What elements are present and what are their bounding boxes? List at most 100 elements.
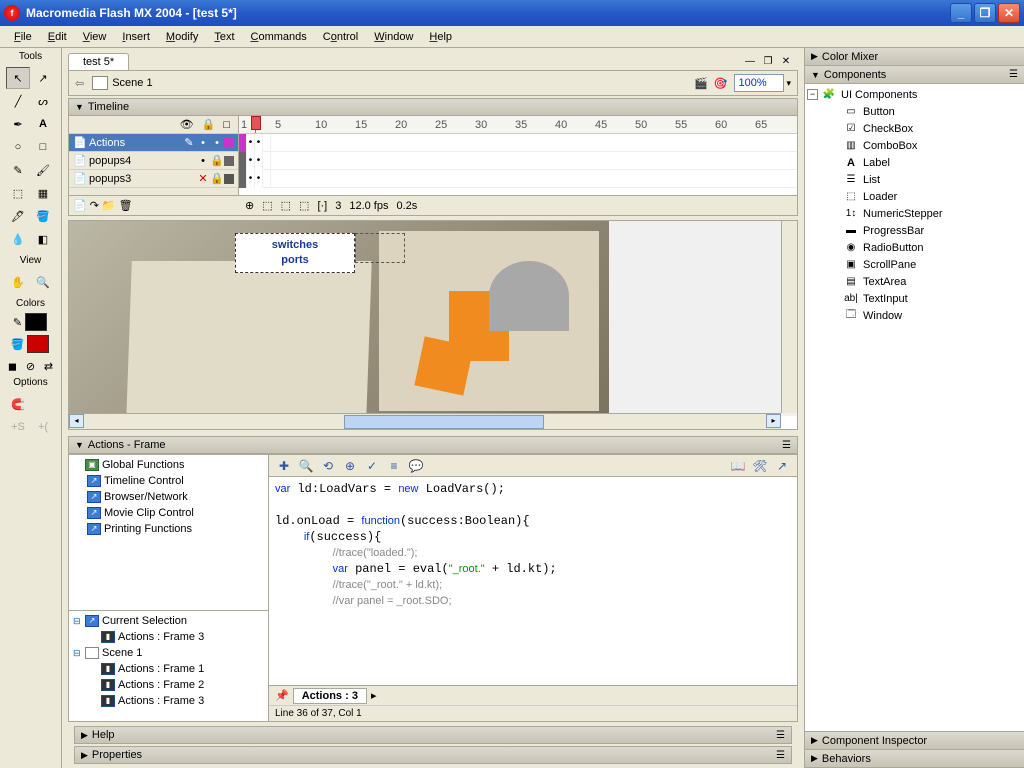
layer-popups4[interactable]: 📄popups4 •🔒 xyxy=(69,152,238,170)
pin-script-icon[interactable]: 📌 xyxy=(275,689,289,702)
selection-tool[interactable]: ↖ xyxy=(6,67,30,89)
delete-layer-icon[interactable]: 🗑 xyxy=(119,199,133,212)
eye-icon[interactable]: 👁 xyxy=(180,118,194,131)
find-icon[interactable]: 🔍 xyxy=(297,457,315,475)
menu-commands[interactable]: Commands xyxy=(243,29,315,45)
menu-window[interactable]: Window xyxy=(366,29,421,45)
comp-checkbox[interactable]: ☑CheckBox xyxy=(807,120,1022,137)
comp-label[interactable]: ALabel xyxy=(807,154,1022,171)
doc-minimize[interactable]: — xyxy=(742,56,758,70)
tree-timeline-control[interactable]: ↗Timeline Control xyxy=(71,473,266,489)
show-hint-icon[interactable]: 💬 xyxy=(407,457,425,475)
check-syntax-icon[interactable]: ✓ xyxy=(363,457,381,475)
behaviors-header[interactable]: ▶Behaviors xyxy=(805,750,1024,768)
auto-format-icon[interactable]: ≡ xyxy=(385,457,403,475)
center-frame-icon[interactable]: ⊕ xyxy=(245,199,254,212)
menu-text[interactable]: Text xyxy=(206,29,242,45)
rectangle-tool[interactable]: □ xyxy=(31,136,55,158)
no-color[interactable]: ⊘ xyxy=(23,358,39,374)
tree-scene1[interactable]: ⊟Scene 1 xyxy=(71,645,266,661)
oval-tool[interactable]: ○ xyxy=(6,136,30,158)
back-arrow[interactable]: ⇦ xyxy=(75,77,84,90)
tree-browser-network[interactable]: ↗Browser/Network xyxy=(71,489,266,505)
tree-current-selection[interactable]: ⊟↗Current Selection xyxy=(71,613,266,629)
doc-tab[interactable]: test 5* xyxy=(68,53,129,70)
comp-scrollpane[interactable]: ▣ScrollPane xyxy=(807,256,1022,273)
snap-option[interactable]: 🧲 xyxy=(6,393,30,415)
zoom-tool[interactable]: 🔍 xyxy=(31,271,55,293)
pin-icon[interactable]: ↗ xyxy=(773,457,791,475)
line-tool[interactable]: ╱ xyxy=(6,90,30,112)
doc-close[interactable]: ✕ xyxy=(778,56,794,70)
doc-restore[interactable]: ❐ xyxy=(760,56,776,70)
ui-components-folder[interactable]: −🧩UI Components xyxy=(807,86,1022,103)
straighten-option[interactable]: +S xyxy=(6,416,30,438)
zoom-dropdown[interactable]: ▾ xyxy=(786,78,791,89)
edit-symbol-icon[interactable]: 🎯 xyxy=(714,77,728,90)
menu-modify[interactable]: Modify xyxy=(158,29,206,45)
ink-bottle-tool[interactable]: 🖋 xyxy=(6,205,30,227)
maximize-button[interactable]: ❐ xyxy=(974,3,996,23)
help-panel-header[interactable]: ▶ Help ☰ xyxy=(74,726,792,744)
folder-icon[interactable]: 📁 xyxy=(102,199,116,212)
zoom-input[interactable] xyxy=(734,74,784,92)
fill-transform-tool[interactable]: ▦ xyxy=(31,182,55,204)
dotted-selection[interactable] xyxy=(355,233,405,263)
outline-icon[interactable]: □ xyxy=(223,119,230,131)
hand-tool[interactable]: ✋ xyxy=(6,271,30,293)
menu-control[interactable]: Control xyxy=(315,29,366,45)
paint-bucket-tool[interactable]: 🪣 xyxy=(31,205,55,227)
lasso-tool[interactable]: ᔕ xyxy=(31,90,55,112)
stage-scrollbar-v[interactable] xyxy=(781,221,797,413)
properties-options-icon[interactable]: ☰ xyxy=(776,750,785,761)
menu-edit[interactable]: Edit xyxy=(40,29,75,45)
text-tool[interactable]: A xyxy=(31,113,55,135)
eraser-tool[interactable]: ◧ xyxy=(31,228,55,250)
tree-frame1[interactable]: ▮Actions : Frame 1 xyxy=(71,661,266,677)
motion-guide-icon[interactable]: ↷ xyxy=(90,199,99,212)
menu-help[interactable]: Help xyxy=(421,29,460,45)
comp-radiobutton[interactable]: ◉RadioButton xyxy=(807,239,1022,256)
target-icon[interactable]: ⊕ xyxy=(341,457,359,475)
modify-onion-icon[interactable]: [·] xyxy=(317,200,327,212)
swap-colors[interactable]: ⇄ xyxy=(41,358,57,374)
comp-list[interactable]: ☰List xyxy=(807,171,1022,188)
frame-ruler[interactable]: 1 5 10 15 20 25 30 35 40 45 50 55 60 65 xyxy=(239,116,797,133)
layer-popups3[interactable]: 📄popups3 ✕🔒 xyxy=(69,170,238,188)
tree-frame3[interactable]: ▮Actions : Frame 3 xyxy=(71,693,266,709)
menu-view[interactable]: View xyxy=(75,29,115,45)
comp-window[interactable]: 🗔Window xyxy=(807,307,1022,324)
pencil-tool[interactable]: ✎ xyxy=(6,159,30,181)
properties-panel-header[interactable]: ▶ Properties ☰ xyxy=(74,746,792,764)
menu-file[interactable]: File xyxy=(6,29,40,45)
replace-icon[interactable]: ⟲ xyxy=(319,457,337,475)
eyedropper-tool[interactable]: 💧 xyxy=(6,228,30,250)
tree-frame2[interactable]: ▮Actions : Frame 2 xyxy=(71,677,266,693)
color-mixer-header[interactable]: ▶Color Mixer xyxy=(805,48,1024,66)
free-transform-tool[interactable]: ⬚ xyxy=(6,182,30,204)
lock-icon[interactable]: 🔒 xyxy=(202,118,216,131)
comp-numericstepper[interactable]: 1↕NumericStepper xyxy=(807,205,1022,222)
edit-multiple-icon[interactable]: ⬚ xyxy=(299,199,309,212)
actions-header[interactable]: ▼ Actions - Frame ☰ xyxy=(68,436,798,454)
playhead[interactable] xyxy=(251,116,261,133)
tree-printing-functions[interactable]: ↗Printing Functions xyxy=(71,521,266,537)
onion-outline-icon[interactable]: ⬚ xyxy=(281,199,291,212)
menu-insert[interactable]: Insert xyxy=(114,29,158,45)
comp-button[interactable]: ▭Button xyxy=(807,103,1022,120)
tree-sel-frame3[interactable]: ▮Actions : Frame 3 xyxy=(71,629,266,645)
subselection-tool[interactable]: ↗ xyxy=(31,67,55,89)
onion-skin-icon[interactable]: ⬚ xyxy=(262,199,272,212)
stage-scrollbar-h[interactable]: ◂ ▸ xyxy=(69,413,781,429)
black-white-swap[interactable]: ◼ xyxy=(5,358,21,374)
frame-grid[interactable] xyxy=(239,134,797,195)
component-inspector-header[interactable]: ▶Component Inspector xyxy=(805,732,1024,750)
stage[interactable]: switches ports ◂ ▸ xyxy=(68,220,798,430)
close-button[interactable]: ✕ xyxy=(998,3,1020,23)
code-editor[interactable]: var ld:LoadVars = new LoadVars(); ld.onL… xyxy=(269,477,797,685)
comp-textarea[interactable]: ▤TextArea xyxy=(807,273,1022,290)
debug-icon[interactable]: 🛠 xyxy=(751,457,769,475)
smooth-option[interactable] xyxy=(31,393,55,415)
comp-textinput[interactable]: ab|TextInput xyxy=(807,290,1022,307)
comp-combobox[interactable]: ▥ComboBox xyxy=(807,137,1022,154)
